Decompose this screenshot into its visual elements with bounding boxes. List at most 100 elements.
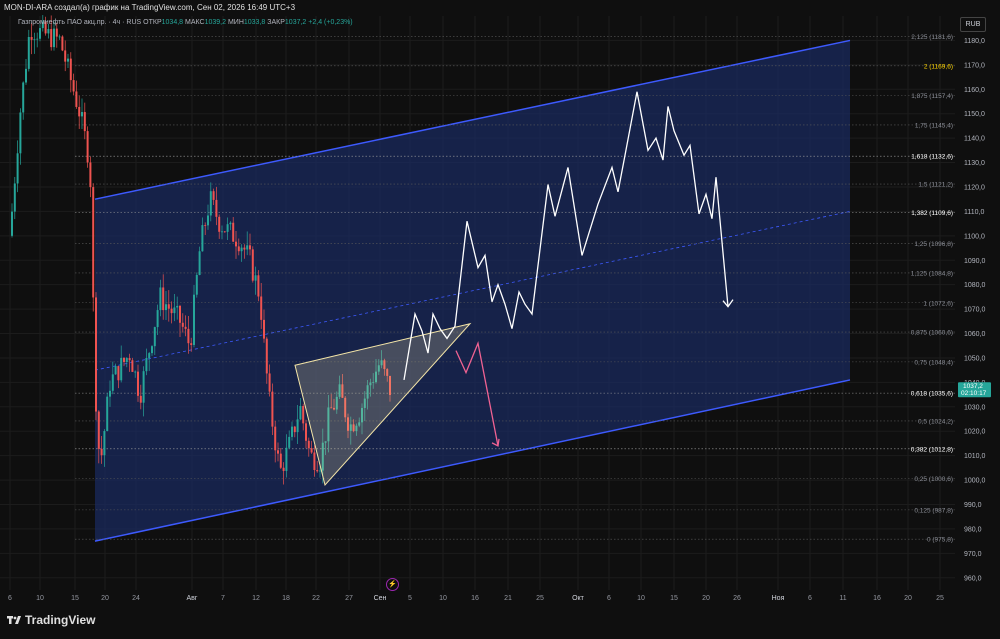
lightning-icon[interactable]: ⚡ [386,578,399,591]
candle-body [11,211,13,236]
candle-body [299,405,302,420]
candle-body [69,58,72,81]
close-label: ЗАКР [267,19,285,26]
candle-body [277,450,279,454]
fib-level-label: 1,75 (1145,4) [915,122,953,129]
time-tick-label: 20 [702,595,710,602]
candle-body [106,396,109,432]
candle-body [19,112,22,154]
price-tick-label: 1000,0 [964,478,986,485]
price-tick-label: 1110,0 [964,209,984,216]
time-tick-label: 10 [637,595,645,602]
price-tick-label: 1100,0 [964,233,985,240]
candle-body [243,247,246,250]
time-axis[interactable]: 6 10 15 20 24 Авг 7 12 18 22 27 Сен 5 10 16 21 25 Окт 6 10 1… [8,595,944,602]
price-tick-label: 1130,0 [964,160,985,167]
tradingview-logo-icon [7,616,21,624]
time-tick-label: Окт [572,595,585,602]
time-tick-label: Сен [374,595,387,602]
price-tick-label: 970,0 [964,551,982,558]
time-tick-label: 20 [904,595,912,602]
candle-body [279,453,282,468]
candle-body [218,216,221,232]
price-tick-label: 1070,0 [964,307,986,314]
candle-body [92,187,95,298]
candle-body [114,366,117,375]
candle-body [64,50,67,62]
time-tick-label: 16 [471,595,479,602]
candle-body [162,287,165,311]
candle-body [176,305,179,308]
candle-body [179,305,181,323]
candle-body [83,112,86,132]
high-label: МАКС [185,19,205,26]
ohlc-legend: Газпромнефть ПАО акц.пр. · 4ч · RUS ОТКР… [18,19,353,26]
candle-body [187,328,190,344]
price-tick-label: 1180,0 [964,38,985,45]
candle-body [237,246,240,252]
candle-body [81,112,83,117]
candle-body [109,390,111,397]
low-label: МИН [227,19,244,26]
candle-body [22,82,25,113]
time-tick-label: 10 [36,595,44,602]
time-tick-label: 18 [282,595,290,602]
open-label: ОТКР [143,19,162,26]
candle-body [265,338,268,374]
price-tick-label: 1170,0 [964,62,985,69]
candle-body [111,374,114,391]
candle-body [285,447,288,471]
candle-body [223,231,226,233]
current-price-timer: 02:10:17 [961,390,987,397]
candle-body [128,358,131,361]
candle-body [148,353,151,359]
candle-body [89,162,92,188]
candle-body [75,91,78,107]
price-tick-label: 1080,0 [964,282,986,289]
time-tick-label: 21 [504,595,512,602]
currency-button[interactable]: RUB [960,17,986,32]
candle-body [207,215,209,226]
candle-body [36,38,39,40]
candle-body [153,327,156,347]
candle-body [156,310,159,328]
candle-body [13,183,16,212]
candle-body [167,304,170,309]
candle-body [131,360,134,372]
candle-body [33,39,36,41]
candle-body [232,222,235,242]
candle-body [151,346,153,354]
candle-body [274,426,277,451]
candle-body [221,231,223,233]
price-axis[interactable]: 1180,0 1170,0 1160,0 1150,0 1140,0 1130,0 1120… [955,14,1000,606]
candle-body [226,224,229,232]
fib-level-label: 1,5 (1121,2) [918,182,953,189]
candle-body [47,29,50,34]
candle-body [229,222,232,225]
price-tick-label: 1020,0 [964,429,986,436]
time-tick-label: 6 [808,595,812,602]
price-tick-label: 960,0 [964,575,982,582]
time-tick-label: 25 [936,595,944,602]
symbol-name[interactable]: Газпромнефть ПАО акц.пр. · 4ч · RUS [18,19,141,26]
time-tick-label: 25 [536,595,544,602]
candle-body [134,371,137,373]
candle-body [302,405,305,424]
candle-body [25,68,27,83]
price-tick-label: 1060,0 [964,331,986,338]
chart-canvas[interactable]: 2,125 (1181,6) 2 (1169,6) 1,875 (1157,4) 1,… [0,0,1000,639]
candle-body [53,28,55,48]
candle-body [55,28,58,37]
candle-body [117,366,120,381]
candle-body [181,322,184,327]
fib-level-label: 2,125 (1181,6) [911,34,953,41]
candle-body [159,287,162,311]
price-tick-label: 1010,0 [964,453,986,460]
fib-level-label: 1 (1072,6) [923,300,953,307]
candle-body [251,249,254,281]
fib-level-label: 1,875 (1157,4) [911,93,953,100]
candle-body [293,426,296,433]
close-value: 1037,2 [284,19,307,26]
candle-body [120,357,123,381]
time-tick-label: 22 [312,595,320,602]
